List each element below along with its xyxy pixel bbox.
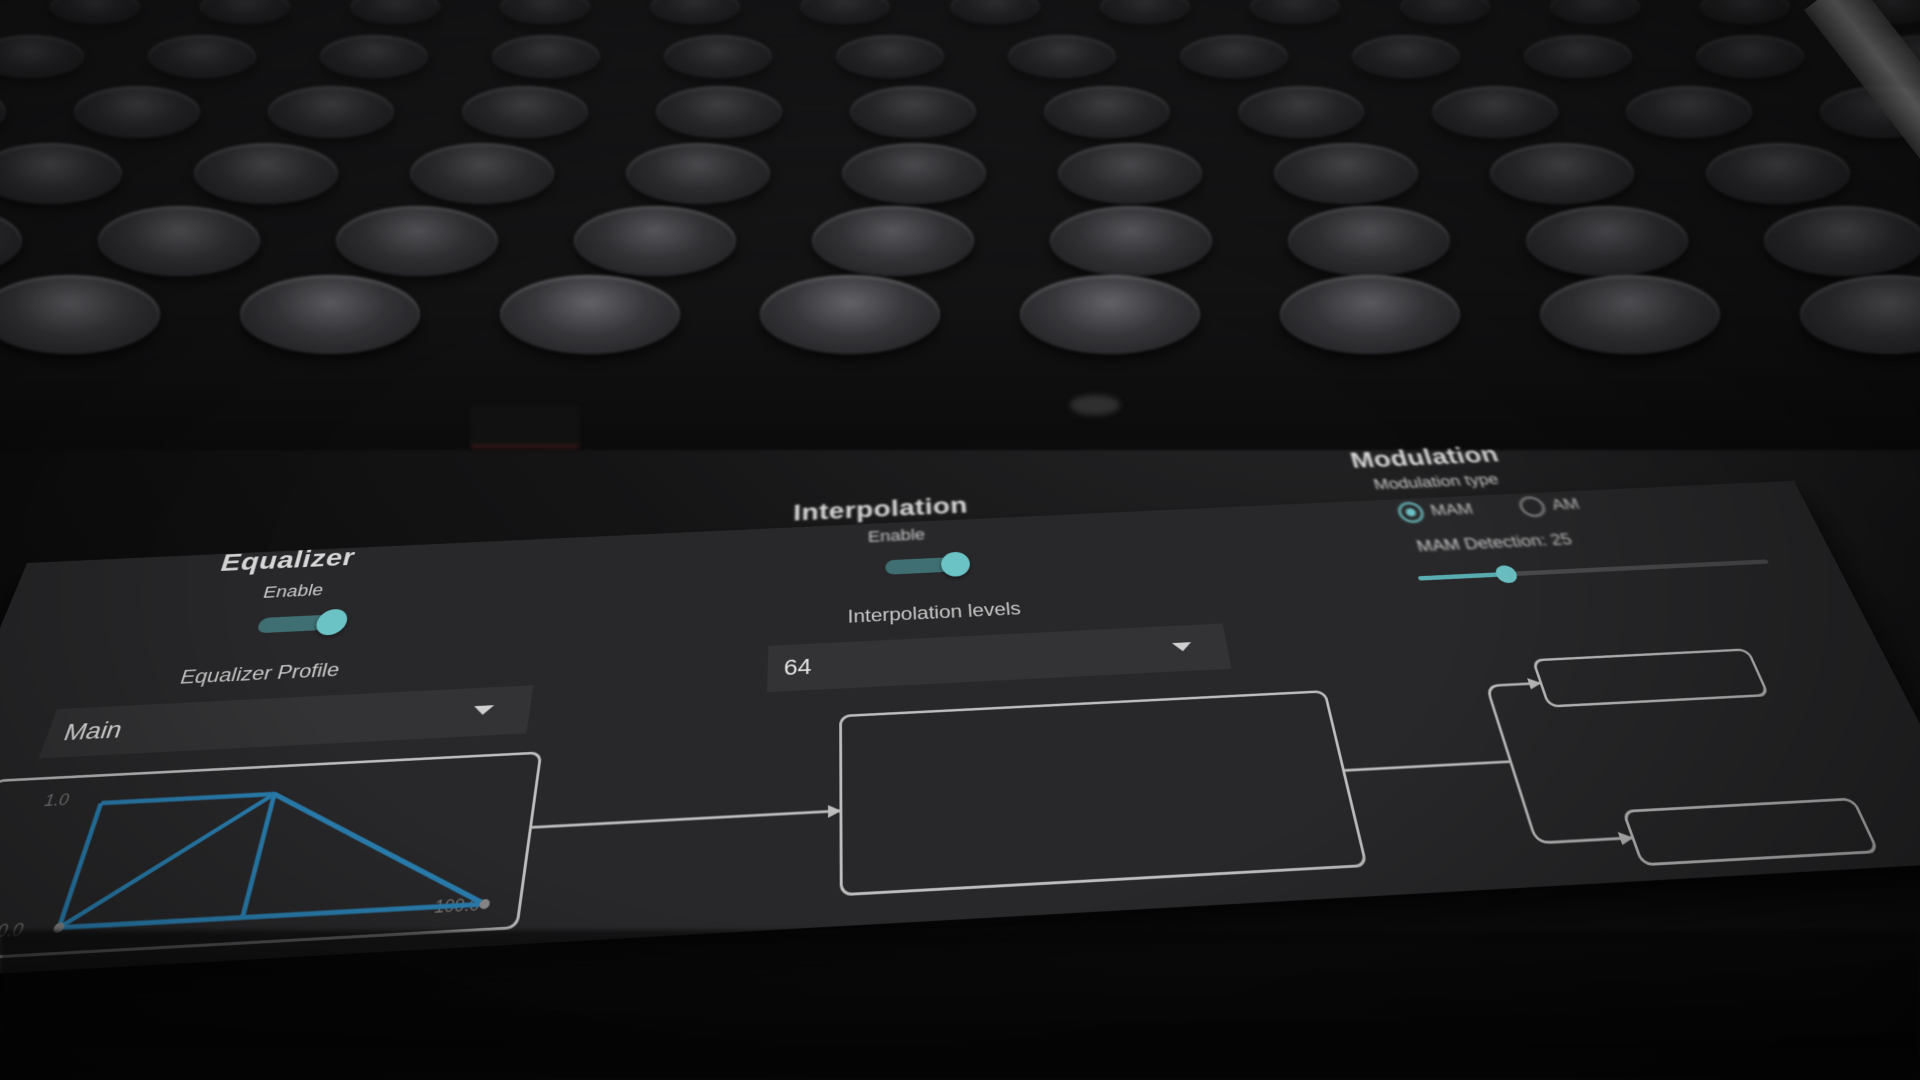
hardware-knob — [664, 35, 772, 78]
hardware-knob — [1764, 206, 1920, 276]
hardware-knob — [336, 206, 498, 276]
chevron-down-icon — [472, 705, 495, 716]
hardware-knob — [500, 275, 680, 354]
hardware-controller-background — [0, 0, 1920, 450]
hardware-knob — [1540, 275, 1720, 354]
hardware-knob — [1050, 206, 1212, 276]
equalizer-profile-value: Main — [60, 716, 127, 746]
hardware-knob — [1626, 86, 1752, 138]
hardware-knob — [850, 86, 976, 138]
flow-arrow-to-lower — [1511, 757, 1632, 843]
hardware-knob — [1044, 86, 1170, 138]
hardware-knob — [1700, 0, 1790, 24]
equalizer-enable-toggle[interactable] — [255, 608, 359, 639]
ui-panel-perspective: Equalizer Enable Equalizer Profile Main … — [0, 420, 1920, 980]
chevron-down-icon — [1171, 642, 1193, 652]
hardware-knob — [1274, 143, 1418, 204]
eq-curve-diagonal — [59, 794, 274, 928]
scene: Equalizer Enable Equalizer Profile Main … — [0, 0, 1920, 1080]
hardware-knob — [1432, 86, 1558, 138]
hardware-knob — [656, 86, 782, 138]
modulation-type-label: Modulation type — [1371, 470, 1501, 493]
hardware-knob — [626, 143, 770, 204]
foreground-shadow — [0, 930, 1920, 1080]
hardware-knob — [1008, 35, 1116, 78]
hardware-knob — [500, 0, 590, 24]
hardware-knob — [462, 86, 588, 138]
hardware-knob — [760, 275, 940, 354]
hardware-knob — [1696, 35, 1804, 78]
hardware-knob — [842, 143, 986, 204]
hardware-knob — [1550, 0, 1640, 24]
hardware-knob — [200, 0, 290, 24]
hardware-knob — [410, 143, 554, 204]
hardware-knob — [1706, 143, 1850, 204]
hardware-knob — [1238, 86, 1364, 138]
hardware-knob — [1352, 35, 1460, 78]
interpolation-enable-label: Enable — [867, 525, 926, 546]
hardware-knob — [268, 86, 394, 138]
hardware-knob — [74, 86, 200, 138]
modulation-title: Modulation — [1347, 442, 1503, 474]
hardware-knob — [0, 143, 122, 204]
interpolation-enable-toggle[interactable] — [885, 551, 979, 580]
hardware-knob — [0, 206, 22, 276]
hardware-knob — [950, 0, 1040, 24]
hardware-knob — [1288, 206, 1450, 276]
hardware-knob — [1526, 206, 1688, 276]
hardware-knob — [98, 206, 260, 276]
hardware-led — [1070, 395, 1120, 415]
hardware-knob — [1800, 275, 1920, 354]
flow-line-interp-out — [1345, 762, 1511, 771]
toggle-thumb — [313, 608, 350, 636]
hardware-knob — [1280, 275, 1460, 354]
hardware-knob — [1100, 0, 1190, 24]
hardware-knob — [1180, 35, 1288, 78]
hardware-knob — [320, 35, 428, 78]
hardware-knob — [1020, 275, 1200, 354]
flow-arrow-eq-to-interp — [532, 811, 839, 827]
hardware-knob — [812, 206, 974, 276]
hardware-knob — [1058, 143, 1202, 204]
hardware-knob — [1400, 0, 1490, 24]
hardware-knob — [0, 35, 84, 78]
hardware-knob — [1524, 35, 1632, 78]
hardware-knob — [650, 0, 740, 24]
interpolation-block[interactable] — [839, 690, 1368, 897]
hardware-knob — [50, 0, 140, 24]
ui-panel: Equalizer Enable Equalizer Profile Main … — [0, 481, 1920, 982]
hardware-knob — [574, 206, 736, 276]
hardware-knob — [240, 275, 420, 354]
hardware-knob — [1250, 0, 1340, 24]
hardware-knob — [148, 35, 256, 78]
interpolation-levels-value: 64 — [783, 653, 812, 681]
hardware-knob — [492, 35, 600, 78]
hardware-knob — [800, 0, 890, 24]
hardware-knob — [0, 86, 6, 138]
hardware-knob — [1490, 143, 1634, 204]
hardware-knob — [836, 35, 944, 78]
radio-mam-label: MAM — [1428, 500, 1476, 519]
eq-curve-outline — [59, 782, 503, 928]
equalizer-enable-label: Enable — [261, 580, 326, 602]
hardware-knob — [350, 0, 440, 24]
hardware-knob — [194, 143, 338, 204]
hardware-knob — [0, 275, 160, 354]
toggle-thumb — [940, 551, 971, 578]
